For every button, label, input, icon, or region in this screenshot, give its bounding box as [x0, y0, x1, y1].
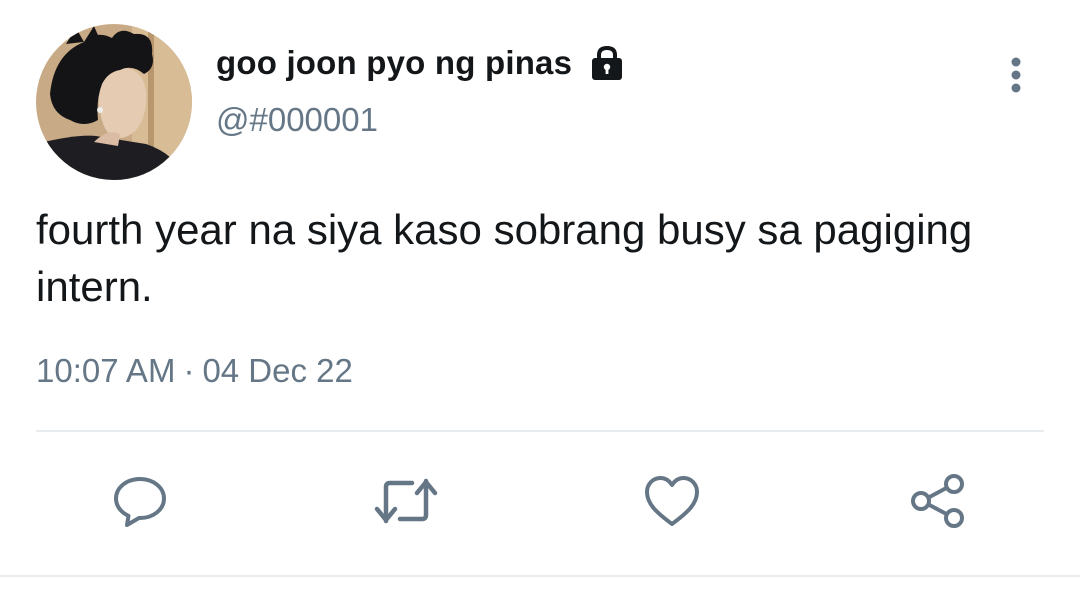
more-vertical-icon [1011, 57, 1021, 93]
like-button[interactable] [634, 463, 710, 539]
tweet-time: 10:07 AM [36, 352, 176, 389]
display-name[interactable]: goo joon pyo ng pinas [216, 44, 572, 82]
share-icon [911, 474, 964, 528]
user-handle[interactable]: @#000001 [216, 101, 378, 139]
reply-icon [114, 477, 166, 527]
author-row[interactable]: goo joon pyo ng pinas [216, 40, 626, 86]
meta-separator: · [183, 352, 195, 389]
retweet-icon [374, 478, 438, 524]
bottom-divider [0, 575, 1080, 577]
avatar[interactable] [36, 24, 192, 180]
tweet-text: fourth year na siya kaso sobrang busy sa… [36, 206, 973, 310]
action-bar [0, 463, 1080, 539]
more-options-button[interactable] [994, 50, 1038, 100]
avatar-image [36, 24, 192, 180]
share-button[interactable] [900, 463, 976, 539]
divider [36, 430, 1044, 432]
retweet-button[interactable] [368, 463, 444, 539]
tweet-timestamp[interactable]: 10:07 AM · 04 Dec 22 [36, 352, 353, 390]
tweet-date: 04 Dec 22 [202, 352, 353, 389]
reply-button[interactable] [102, 463, 178, 539]
lock-icon [588, 44, 626, 82]
heart-icon [645, 476, 699, 526]
